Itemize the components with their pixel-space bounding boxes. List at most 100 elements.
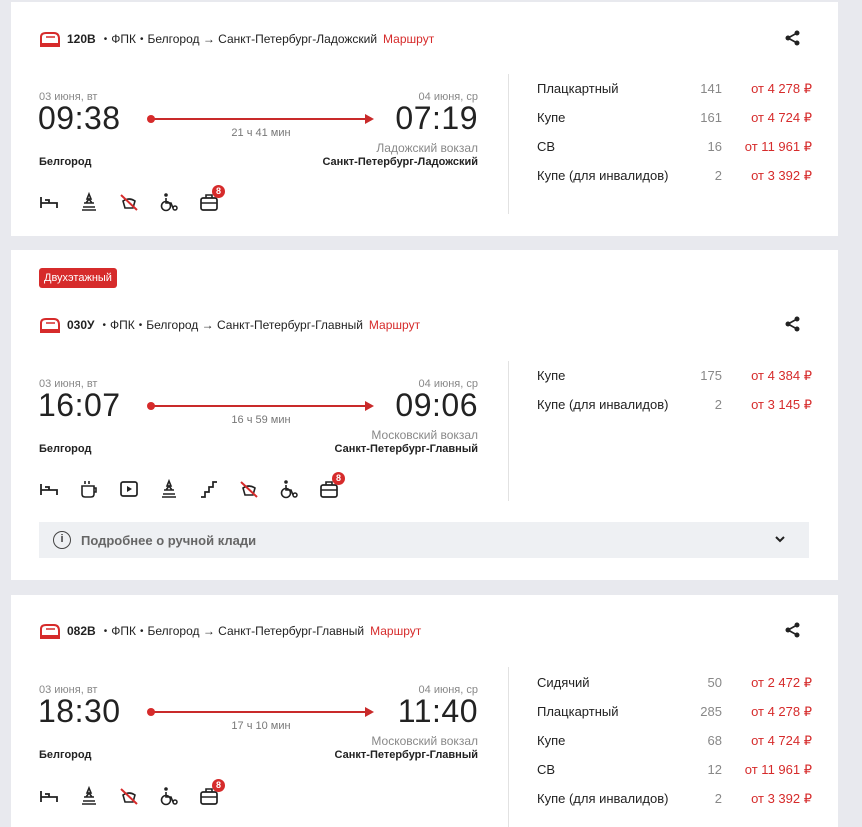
divider bbox=[508, 667, 509, 827]
stairs-icon[interactable] bbox=[199, 479, 219, 499]
share-icon[interactable] bbox=[784, 621, 802, 639]
luggage-icon[interactable]: 8 bbox=[199, 185, 225, 212]
train-card: 082В • ФПК • Белгород → Санкт-Петербург-… bbox=[11, 595, 838, 827]
class-row[interactable]: Плацкартный 141 от 4 278 ₽ bbox=[537, 81, 812, 110]
video-icon[interactable] bbox=[119, 479, 139, 499]
bed-icon[interactable] bbox=[39, 479, 59, 499]
class-price[interactable]: от 2 472 ₽ bbox=[751, 675, 812, 691]
bed-icon[interactable] bbox=[39, 786, 59, 806]
star-service-icon[interactable] bbox=[79, 191, 99, 212]
class-list: Плацкартный 141 от 4 278 ₽ Купе 161 от 4 724… bbox=[537, 81, 812, 197]
class-row[interactable]: СВ 16 от 11 961 ₽ bbox=[537, 139, 812, 168]
class-name: Плацкартный bbox=[537, 81, 619, 96]
seat-count: 12 bbox=[707, 762, 722, 777]
arrival-time: 11:40 bbox=[397, 693, 478, 729]
route-link[interactable]: Маршрут bbox=[369, 318, 420, 332]
info-icon: i bbox=[53, 531, 71, 549]
coffee-icon[interactable] bbox=[79, 479, 99, 499]
seat-count: 161 bbox=[700, 110, 722, 125]
class-price[interactable]: от 11 961 ₽ bbox=[745, 762, 812, 778]
luggage-count: 8 bbox=[212, 779, 225, 792]
class-row[interactable]: Купе (для инвалидов) 2 от 3 392 ₽ bbox=[537, 791, 812, 820]
class-price[interactable]: от 3 392 ₽ bbox=[751, 168, 812, 184]
class-row[interactable]: Купе 175 от 4 384 ₽ bbox=[537, 368, 812, 397]
seat-count: 16 bbox=[707, 139, 722, 154]
seat-count: 68 bbox=[707, 733, 722, 748]
wheelchair-icon[interactable] bbox=[159, 192, 179, 212]
luggage-icon[interactable]: 8 bbox=[199, 779, 225, 806]
class-row[interactable]: Купе 161 от 4 724 ₽ bbox=[537, 110, 812, 139]
arrival-city: Санкт-Петербург-Главный bbox=[334, 443, 478, 455]
departure-time: 18:30 bbox=[38, 693, 121, 729]
route-line bbox=[147, 401, 374, 411]
class-row[interactable]: Купе 68 от 4 724 ₽ bbox=[537, 733, 812, 762]
class-row[interactable]: Купе (для инвалидов) 2 от 3 392 ₽ bbox=[537, 168, 812, 197]
no-pets-icon[interactable] bbox=[119, 786, 139, 806]
class-price[interactable]: от 4 384 ₽ bbox=[751, 368, 812, 384]
seat-count: 2 bbox=[714, 397, 722, 412]
carrier: ФПК bbox=[111, 32, 136, 46]
chevron-down-icon[interactable] bbox=[773, 532, 787, 546]
class-price[interactable]: от 3 145 ₽ bbox=[751, 397, 812, 413]
class-price[interactable]: от 3 392 ₽ bbox=[751, 791, 812, 807]
separator-dot: • bbox=[102, 319, 107, 331]
wheelchair-icon[interactable] bbox=[159, 786, 179, 806]
share-icon[interactable] bbox=[784, 29, 802, 47]
seat-count: 50 bbox=[707, 675, 722, 690]
trip-duration: 16 ч 59 мин bbox=[231, 414, 291, 426]
class-name: Сидячий bbox=[537, 675, 590, 690]
departure-city: Белгород bbox=[39, 156, 92, 168]
class-name: Купе (для инвалидов) bbox=[537, 168, 669, 183]
class-list: Купе 175 от 4 384 ₽ Купе (для инвалидов) 2 о… bbox=[537, 368, 812, 426]
separator-dot: • bbox=[103, 625, 108, 637]
departure-time: 16:07 bbox=[38, 387, 121, 423]
class-price[interactable]: от 4 724 ₽ bbox=[751, 110, 812, 126]
class-name: СВ bbox=[537, 762, 556, 777]
class-name: Купе bbox=[537, 110, 566, 125]
luggage-count: 8 bbox=[212, 185, 225, 198]
arrival-station: Московский вокзал bbox=[371, 734, 478, 748]
class-row[interactable]: Сидячий 50 от 2 472 ₽ bbox=[537, 675, 812, 704]
wheelchair-icon[interactable] bbox=[279, 479, 299, 499]
no-pets-icon[interactable] bbox=[119, 192, 139, 212]
train-header: 030У • ФПК • Белгород → Санкт-Петербург-… bbox=[39, 317, 420, 333]
train-number[interactable]: 120В bbox=[67, 32, 96, 46]
class-price[interactable]: от 11 961 ₽ bbox=[745, 139, 812, 155]
hand-luggage-info-bar[interactable]: i Подробнее о ручной клади bbox=[39, 522, 809, 558]
divider bbox=[508, 361, 509, 501]
train-icon bbox=[40, 318, 60, 333]
departure-time: 09:38 bbox=[38, 100, 121, 136]
arrival-city: Санкт-Петербург-Ладожский bbox=[322, 156, 478, 168]
trip-duration: 21 ч 41 мин bbox=[231, 127, 291, 139]
class-list: Сидячий 50 от 2 472 ₽ Плацкартный 285 от 4 2… bbox=[537, 675, 812, 820]
divider bbox=[508, 74, 509, 214]
no-pets-icon[interactable] bbox=[239, 479, 259, 499]
train-number[interactable]: 030У bbox=[67, 318, 95, 332]
route-link[interactable]: Маршрут bbox=[370, 624, 421, 638]
arrival-city: Санкт-Петербург-Главный bbox=[334, 749, 478, 761]
route-line bbox=[147, 707, 374, 717]
separator-dot: • bbox=[138, 319, 143, 331]
bed-icon[interactable] bbox=[39, 192, 59, 212]
share-icon[interactable] bbox=[784, 315, 802, 333]
double-deck-badge: Двухэтажный bbox=[39, 268, 117, 288]
arrival-time: 07:19 bbox=[395, 100, 478, 136]
class-price[interactable]: от 4 278 ₽ bbox=[751, 704, 812, 720]
route-line bbox=[147, 114, 374, 124]
separator-dot: • bbox=[103, 33, 108, 45]
arrival-station: Московский вокзал bbox=[371, 428, 478, 442]
class-row[interactable]: Купе (для инвалидов) 2 от 3 145 ₽ bbox=[537, 397, 812, 426]
class-row[interactable]: СВ 12 от 11 961 ₽ bbox=[537, 762, 812, 791]
class-price[interactable]: от 4 278 ₽ bbox=[751, 81, 812, 97]
class-price[interactable]: от 4 724 ₽ bbox=[751, 733, 812, 749]
luggage-count: 8 bbox=[332, 472, 345, 485]
class-row[interactable]: Плацкартный 285 от 4 278 ₽ bbox=[537, 704, 812, 733]
route-text: Белгород → Санкт-Петербург-Ладожский bbox=[147, 32, 378, 46]
train-number[interactable]: 082В bbox=[67, 624, 96, 638]
star-service-icon[interactable] bbox=[79, 785, 99, 806]
luggage-icon[interactable]: 8 bbox=[319, 472, 345, 499]
route-link[interactable]: Маршрут bbox=[383, 32, 434, 46]
amenities: 8 bbox=[39, 779, 225, 806]
star-service-icon[interactable] bbox=[159, 478, 179, 499]
carrier: ФПК bbox=[110, 318, 135, 332]
